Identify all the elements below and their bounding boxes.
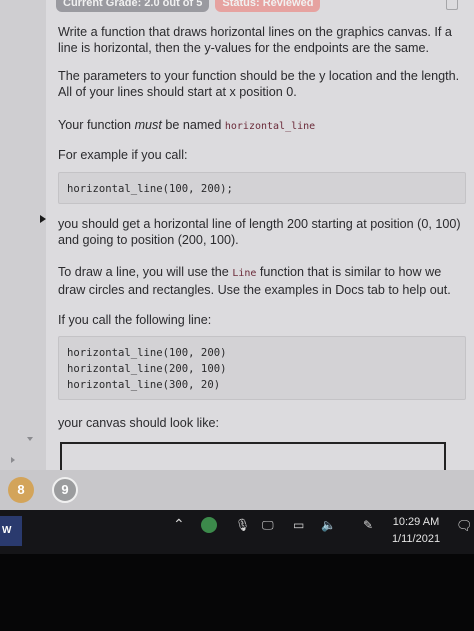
page-button-8[interactable]: 8 — [8, 477, 34, 503]
browser-screen: Current Grade: 2.0 out of 5 Status: Revi… — [0, 0, 474, 510]
instruction-paragraph-7: If you call the following line: — [58, 313, 212, 327]
expand-arrow-icon[interactable] — [11, 457, 15, 463]
tray-app-icon[interactable] — [201, 517, 217, 533]
grade-bar: Current Grade: 2.0 out of 5 Status: Revi… — [56, 0, 321, 12]
instruction-paragraph-4: For example if you call: — [58, 148, 188, 162]
display-icon[interactable]: ▭ — [293, 518, 304, 532]
instruction-paragraph-8: your canvas should look like: — [58, 416, 220, 430]
inline-code: Line — [232, 268, 257, 279]
clock-date: 1/11/2021 — [391, 533, 441, 545]
grade-badge: Current Grade: 2.0 out of 5 — [56, 0, 210, 12]
instruction-paragraph-6: To draw a line, you will use the Line fu… — [58, 264, 464, 298]
taskbar-app-word[interactable]: W — [0, 516, 22, 546]
pointer-arrow-icon — [40, 215, 46, 223]
code-example-1: horizontal_line(100, 200); — [58, 172, 466, 204]
status-badge: Status: Reviewed — [215, 0, 321, 12]
show-hidden-icons-icon[interactable]: ⌃ — [173, 516, 185, 533]
instruction-paragraph-5: you should get a horizontal line of leng… — [58, 217, 461, 247]
scroll-down-icon[interactable] — [27, 437, 33, 441]
microphone-icon[interactable]: 🎙 — [235, 518, 250, 532]
inline-code: horizontal_line — [224, 121, 316, 132]
page-button-9[interactable]: 9 — [52, 477, 78, 503]
canvas-preview — [60, 442, 446, 472]
pen-icon[interactable]: ✎ — [363, 518, 373, 532]
paragraph-text: Your function — [58, 118, 135, 132]
instruction-paragraph-3: Your function must be named horizontal_l… — [58, 117, 464, 135]
code-example-2: horizontal_line(100, 200) horizontal_lin… — [58, 336, 466, 400]
external-link-icon[interactable] — [446, 0, 458, 10]
clock-time: 10:29 AM — [392, 516, 440, 528]
monitor-bezel — [0, 554, 474, 631]
network-icon[interactable]: 🖵 — [262, 518, 274, 533]
emphasis-text: must — [134, 118, 162, 132]
left-gutter — [0, 0, 46, 470]
paragraph-text: To draw a line, you will use the — [58, 265, 233, 279]
instruction-paragraph-2: The parameters to your function should b… — [58, 69, 460, 99]
notification-icon[interactable]: 🗨 — [456, 518, 473, 534]
taskbar-clock[interactable]: 10:29 AM 1/11/2021 — [386, 510, 446, 548]
paragraph-text: be named — [161, 118, 225, 132]
volume-icon[interactable]: 🔈 — [321, 518, 336, 532]
instruction-paragraph-1: Write a function that draws horizontal l… — [58, 25, 452, 55]
